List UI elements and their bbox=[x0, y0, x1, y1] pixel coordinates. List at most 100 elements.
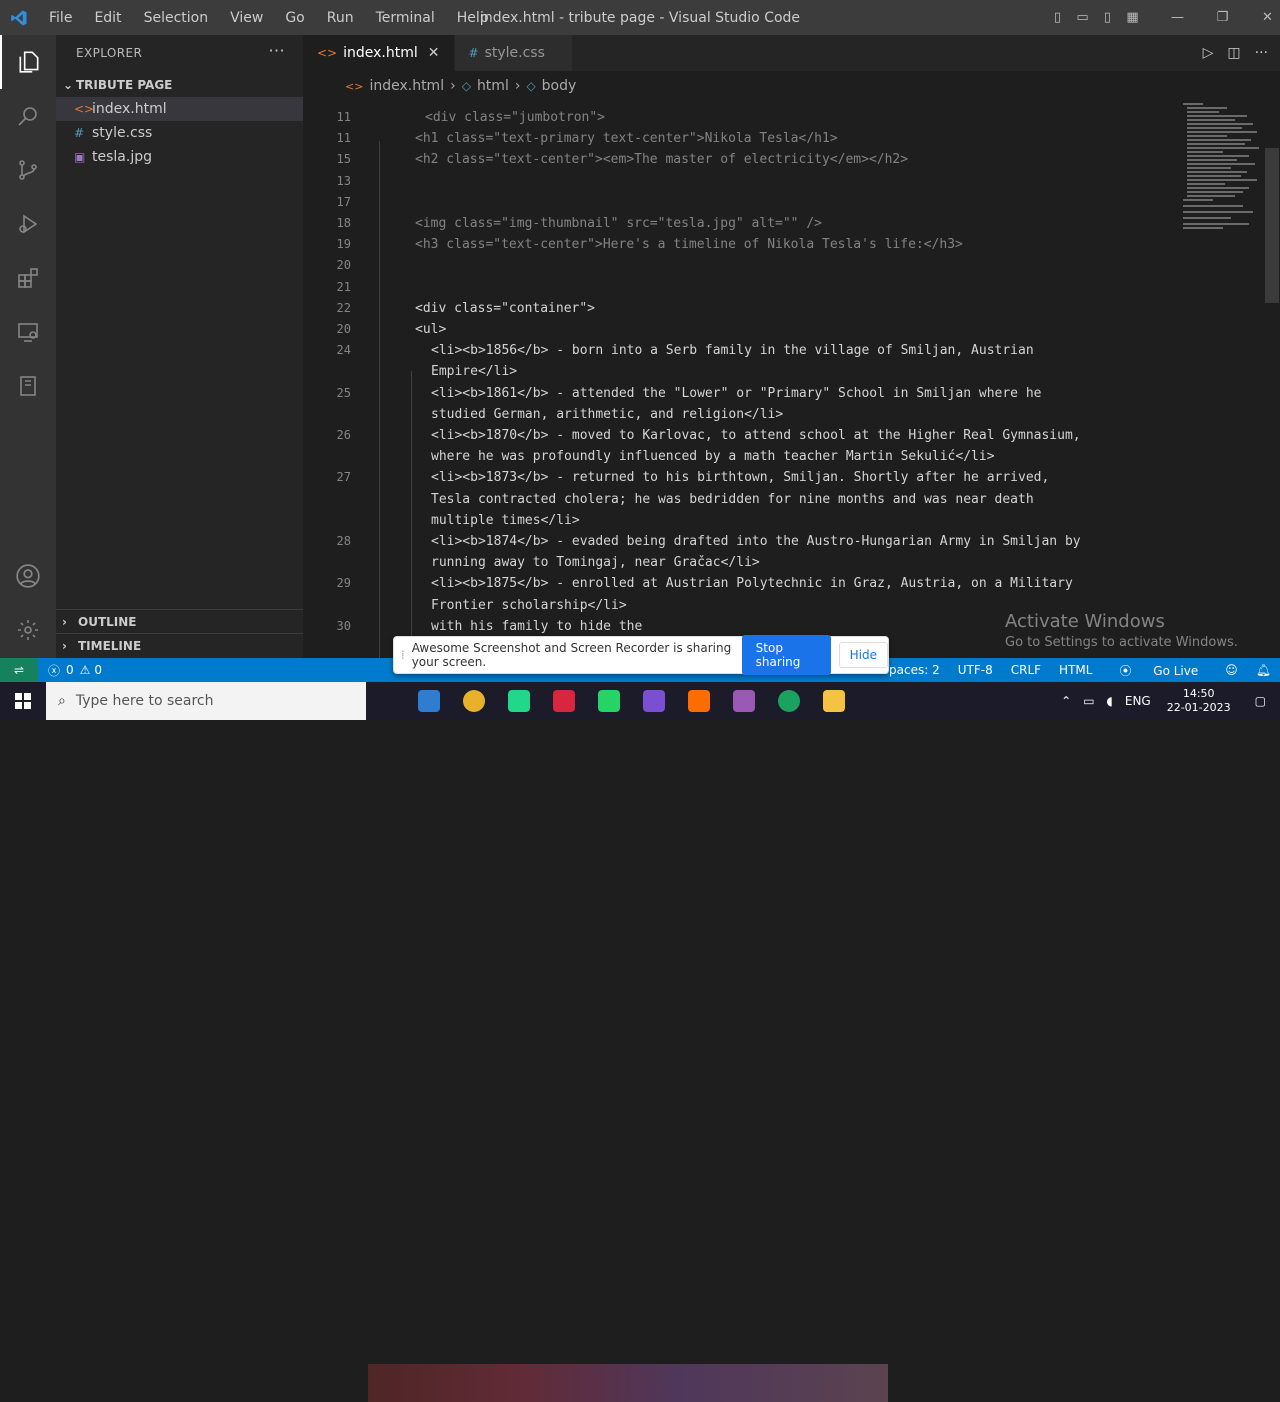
source-control-icon[interactable] bbox=[0, 143, 56, 197]
outline-section[interactable]: › OUTLINE bbox=[56, 609, 303, 633]
taskbar-app-vscode-icon[interactable] bbox=[406, 682, 451, 720]
taskbar-app-chrome-2-icon[interactable] bbox=[766, 682, 811, 720]
more-actions-icon[interactable]: ··· bbox=[269, 41, 285, 60]
minimize-button[interactable]: — bbox=[1165, 10, 1190, 25]
more-actions-icon[interactable]: ··· bbox=[1255, 45, 1268, 61]
code-line[interactable]: studied German, arithmetic, and religion… bbox=[303, 404, 1173, 425]
menu-help[interactable]: Help bbox=[446, 10, 500, 26]
drag-handle-icon[interactable]: ⁞ bbox=[394, 648, 412, 662]
taskbar-app-app-red-icon[interactable] bbox=[541, 682, 586, 720]
split-editor-icon[interactable]: ◫ bbox=[1227, 45, 1240, 61]
code-line[interactable]: 22 <div class="container"> bbox=[303, 298, 1173, 319]
status-encoding[interactable]: UTF-8 bbox=[949, 663, 1002, 677]
code-line[interactable]: running away to Tomingaj, near Gračac</l… bbox=[303, 552, 1173, 573]
code-line[interactable]: 11 <h1 class="text-primary text-center">N… bbox=[303, 128, 1173, 149]
status-go-live[interactable]: ⦿ Go Live bbox=[1101, 662, 1216, 679]
breadcrumb-body[interactable]: body bbox=[542, 78, 577, 94]
code-line[interactable]: 17 bbox=[303, 192, 1173, 213]
menu-file[interactable]: File bbox=[38, 10, 83, 26]
remote-explorer-icon[interactable] bbox=[0, 305, 56, 359]
menu-run[interactable]: Run bbox=[316, 10, 365, 26]
code-line[interactable]: 19 <h3 class="text-center">Here's a timel… bbox=[303, 234, 1173, 255]
code-line[interactable]: 21 bbox=[303, 277, 1173, 298]
code-line[interactable]: Empire</li> bbox=[303, 361, 1173, 382]
taskbar-app-app-violet-icon[interactable] bbox=[721, 682, 766, 720]
breadcrumb-html[interactable]: html bbox=[477, 78, 509, 94]
code-line[interactable]: where he was profoundly influenced by a … bbox=[303, 446, 1173, 467]
code-line[interactable]: 18 <img class="img-thumbnail" src="tesla.… bbox=[303, 213, 1173, 234]
chevron-right-icon: › bbox=[62, 638, 67, 653]
code-line[interactable]: 24 <li><b>1856</b> - born into a Serb fam… bbox=[303, 340, 1173, 361]
code-line[interactable]: 11 <div class="jumbotron"> bbox=[303, 107, 1173, 128]
volume-icon[interactable]: ◖ bbox=[1101, 694, 1119, 708]
windows-start-icon[interactable] bbox=[0, 693, 46, 709]
status-language[interactable]: HTML bbox=[1050, 663, 1101, 677]
notifications-icon[interactable]: 🔔︎ bbox=[1247, 663, 1280, 677]
menu-view[interactable]: View bbox=[219, 10, 274, 26]
close-button[interactable]: ✕ bbox=[1255, 10, 1280, 25]
menu-selection[interactable]: Selection bbox=[133, 10, 220, 26]
toggle-panel-icon[interactable]: ▭ bbox=[1070, 10, 1095, 25]
run-icon[interactable]: ▷ bbox=[1203, 45, 1214, 61]
hide-button[interactable]: Hide bbox=[838, 642, 888, 668]
file-style-css[interactable]: # style.css bbox=[56, 121, 303, 145]
tab-style-css[interactable]: # style.css bbox=[454, 35, 573, 71]
code-line[interactable]: 27 <li><b>1873</b> - returned to his birt… bbox=[303, 467, 1173, 488]
taskbar-app-chrome-icon[interactable] bbox=[451, 682, 496, 720]
code-line[interactable]: 20 bbox=[303, 255, 1173, 276]
close-icon[interactable]: ✕ bbox=[428, 45, 440, 61]
code-line[interactable]: 29 <li><b>1875</b> - enrolled at Austrian… bbox=[303, 573, 1173, 594]
breadcrumb-file[interactable]: index.html bbox=[369, 78, 444, 94]
status-eol[interactable]: CRLF bbox=[1002, 663, 1050, 677]
network-icon[interactable]: ▭ bbox=[1077, 694, 1100, 708]
code-line[interactable]: Tesla contracted cholera; he was bedridd… bbox=[303, 489, 1173, 510]
code-line[interactable]: 25 <li><b>1861</b> - attended the "Lower"… bbox=[303, 383, 1173, 404]
remote-icon[interactable]: ⇌ bbox=[0, 658, 38, 682]
error-icon[interactable]: ⓧ bbox=[38, 662, 66, 679]
taskbar-app-whatsapp-icon[interactable] bbox=[586, 682, 631, 720]
menu-go[interactable]: Go bbox=[274, 10, 315, 26]
toggle-secondary-sidebar-icon[interactable]: ▯ bbox=[1095, 10, 1120, 25]
taskbar-app-app-purple-icon[interactable] bbox=[631, 682, 676, 720]
gear-icon[interactable] bbox=[0, 603, 56, 657]
taskbar-apps bbox=[406, 682, 856, 720]
folder-tribute-page[interactable]: ⌄ TRIBUTE PAGE bbox=[56, 73, 303, 97]
stop-sharing-button[interactable]: Stop sharing bbox=[741, 635, 831, 675]
warning-icon[interactable]: ⚠ bbox=[74, 663, 95, 677]
code-line[interactable]: 15 <h2 class="text-center"><em>The master… bbox=[303, 149, 1173, 170]
chevron-up-icon[interactable]: ⌃ bbox=[1055, 694, 1077, 708]
language-indicator[interactable]: ENG bbox=[1119, 694, 1157, 708]
code-line[interactable]: 28 <li><b>1874</b> - evaded being drafted… bbox=[303, 531, 1173, 552]
warning-count[interactable]: 0 bbox=[94, 663, 102, 677]
timeline-section[interactable]: › TIMELINE bbox=[56, 633, 303, 657]
toggle-sidebar-icon[interactable]: ▯ bbox=[1045, 10, 1070, 25]
search-icon[interactable] bbox=[0, 89, 56, 143]
scrollbar-thumb[interactable] bbox=[1265, 148, 1279, 303]
maximize-button[interactable]: ❐ bbox=[1210, 10, 1235, 25]
minimap[interactable] bbox=[1173, 101, 1265, 658]
account-icon[interactable] bbox=[0, 549, 56, 603]
tab-index-html[interactable]: <> index.html ✕ bbox=[303, 35, 455, 71]
feedback-icon[interactable]: ☺ bbox=[1216, 663, 1247, 677]
code-editor[interactable]: 11 <div class="jumbotron"> 11 <h1 class="te… bbox=[303, 101, 1173, 658]
notebook-icon[interactable] bbox=[0, 359, 56, 413]
notification-center-icon[interactable]: ▢ bbox=[1241, 694, 1280, 708]
run-debug-icon[interactable] bbox=[0, 197, 56, 251]
clock[interactable]: 14:50 22-01-2023 bbox=[1157, 687, 1241, 715]
explorer-icon[interactable] bbox=[0, 35, 56, 89]
taskbar-app-folder-icon[interactable] bbox=[811, 682, 856, 720]
file-index-html[interactable]: <> index.html bbox=[56, 97, 303, 121]
code-line[interactable]: 13 bbox=[303, 171, 1173, 192]
code-line[interactable]: 20 <ul> bbox=[303, 319, 1173, 340]
menu-terminal[interactable]: Terminal bbox=[365, 10, 446, 26]
taskbar-search[interactable]: ⌕ Type here to search bbox=[46, 682, 366, 720]
code-line[interactable]: 26 <li><b>1870</b> - moved to Karlovac, t… bbox=[303, 425, 1173, 446]
layout-icon[interactable]: ▦ bbox=[1120, 10, 1145, 25]
code-line[interactable]: multiple times</li> bbox=[303, 510, 1173, 531]
file-tesla-jpg[interactable]: ▣ tesla.jpg bbox=[56, 145, 303, 169]
taskbar-app-app-orange-icon[interactable] bbox=[676, 682, 721, 720]
menu-edit[interactable]: Edit bbox=[83, 10, 132, 26]
error-count[interactable]: 0 bbox=[66, 663, 74, 677]
taskbar-app-pycharm-icon[interactable] bbox=[496, 682, 541, 720]
extensions-icon[interactable] bbox=[0, 251, 56, 305]
